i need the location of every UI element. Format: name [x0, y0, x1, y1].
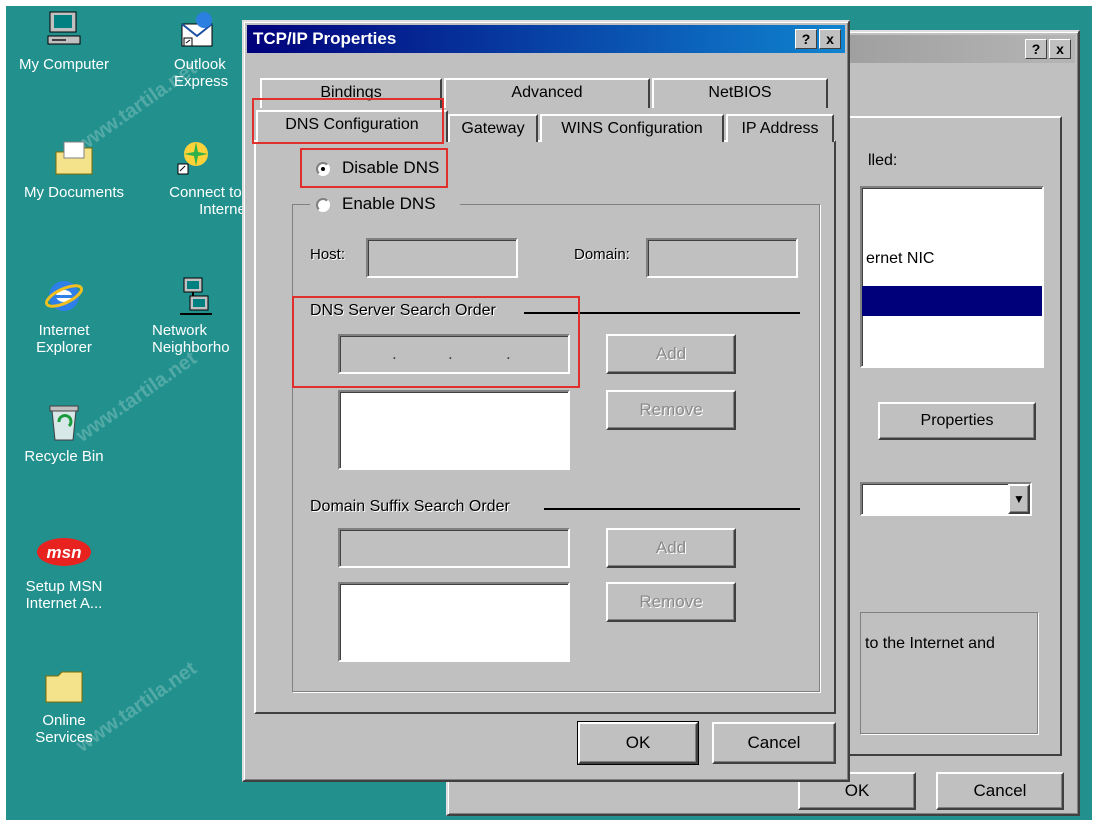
desktop-icon-setup-msn[interactable]: msn Setup MSN Internet A...: [6, 532, 124, 612]
tab-advanced[interactable]: Advanced: [444, 78, 650, 108]
desktop-icon-label: Network Neighborho: [152, 322, 230, 356]
cancel-button[interactable]: Cancel: [936, 772, 1064, 810]
dialog-title: TCP/IP Properties: [253, 29, 397, 48]
internet-explorer-icon: [44, 276, 84, 316]
tcpip-properties-dialog: TCP/IP Properties ? x Bindings Advanced …: [242, 20, 850, 782]
desktop-icon-label: My Computer: [18, 56, 110, 73]
desktop-icon-label: Online Services: [35, 712, 93, 746]
outlook-express-icon: [178, 10, 218, 50]
chevron-down-icon: ▼: [1013, 492, 1025, 506]
desktop-icon-recycle-bin[interactable]: Recycle Bin: [6, 402, 124, 465]
description-group: to the Internet and: [860, 612, 1038, 734]
network-icon: [176, 276, 216, 316]
domain-suffix-label: Domain Suffix Search Order: [310, 498, 510, 515]
domain-suffix-field[interactable]: [338, 528, 570, 568]
enable-dns-label[interactable]: Enable DNS: [342, 194, 436, 214]
suffix-add-button[interactable]: Add: [606, 528, 736, 568]
desktop-icon-label: Outlook Express: [174, 56, 229, 90]
desktop-icon-my-documents[interactable]: My Documents: [6, 138, 144, 201]
msn-logo-text: msn: [47, 543, 82, 562]
dns-server-order-label: DNS Server Search Order: [310, 302, 496, 319]
dns-server-list[interactable]: [338, 390, 570, 470]
folder-icon: [54, 138, 94, 178]
tab-gateway[interactable]: Gateway: [448, 114, 538, 142]
description-text: to the Internet and: [865, 635, 995, 652]
disable-dns-label[interactable]: Disable DNS: [342, 158, 439, 178]
properties-button[interactable]: Properties: [878, 402, 1036, 440]
desktop-icon-connect-internet[interactable]: Connect to t Internet: [138, 138, 250, 218]
desktop: www.tartila.net www.tartila.net www.tart…: [6, 6, 1092, 820]
desktop-icon-label: Setup MSN Internet A...: [25, 578, 103, 612]
host-label: Host:: [310, 246, 346, 263]
dialog-titlebar: TCP/IP Properties ? x: [247, 25, 845, 53]
host-field[interactable]: [366, 238, 518, 278]
help-button[interactable]: ?: [1025, 39, 1047, 59]
desktop-icon-online-services[interactable]: Online Services: [6, 666, 124, 746]
components-list[interactable]: ernet NIC: [860, 186, 1044, 368]
computer-icon: [44, 10, 84, 50]
recycle-bin-icon: [44, 402, 84, 442]
logon-select[interactable]: ▼: [860, 482, 1032, 516]
dns-add-button[interactable]: Add: [606, 334, 736, 374]
tab-bindings[interactable]: Bindings: [260, 78, 442, 108]
components-label: lled:: [868, 152, 898, 169]
disable-dns-radio[interactable]: [316, 162, 330, 176]
domain-suffix-list[interactable]: [338, 582, 570, 662]
msn-icon: msn: [36, 532, 92, 572]
dns-tab-panel: Disable DNS Enable DNS Host: Domain: DNS…: [254, 140, 836, 714]
help-button[interactable]: ?: [795, 29, 817, 49]
desktop-icon-outlook-express[interactable]: Outlook Express: [148, 10, 248, 90]
suffix-remove-button[interactable]: Remove: [606, 582, 736, 622]
tab-wins-configuration[interactable]: WINS Configuration: [540, 114, 724, 142]
close-button[interactable]: x: [819, 29, 841, 49]
desktop-icon-internet-explorer[interactable]: Internet Explorer: [6, 276, 124, 356]
ok-button[interactable]: OK: [577, 721, 699, 765]
cancel-button[interactable]: Cancel: [712, 722, 836, 764]
dropdown-button[interactable]: ▼: [1008, 484, 1030, 514]
close-button[interactable]: x: [1049, 39, 1071, 59]
desktop-icon-my-computer[interactable]: My Computer: [6, 10, 124, 73]
tab-ip-address[interactable]: IP Address: [726, 114, 834, 142]
desktop-icon-label: Connect to t Internet: [169, 184, 250, 218]
list-item[interactable]: ernet NIC: [866, 250, 934, 268]
connect-internet-icon: [174, 138, 214, 178]
domain-field[interactable]: [646, 238, 798, 278]
dns-remove-button[interactable]: Remove: [606, 390, 736, 430]
domain-label: Domain:: [574, 246, 630, 263]
desktop-icon-label: Internet Explorer: [36, 322, 92, 356]
desktop-icon-network-neighborhood[interactable]: Network Neighborho: [142, 276, 250, 356]
selected-list-item[interactable]: [862, 286, 1042, 316]
tab-netbios[interactable]: NetBIOS: [652, 78, 828, 108]
desktop-icon-label: My Documents: [23, 184, 125, 201]
desktop-icon-label: Recycle Bin: [24, 448, 104, 465]
tab-dns-configuration[interactable]: DNS Configuration: [256, 110, 448, 142]
dns-server-ip-field[interactable]: . . .: [338, 334, 570, 374]
enable-dns-radio[interactable]: [316, 198, 330, 212]
folder-icon: [44, 666, 84, 706]
